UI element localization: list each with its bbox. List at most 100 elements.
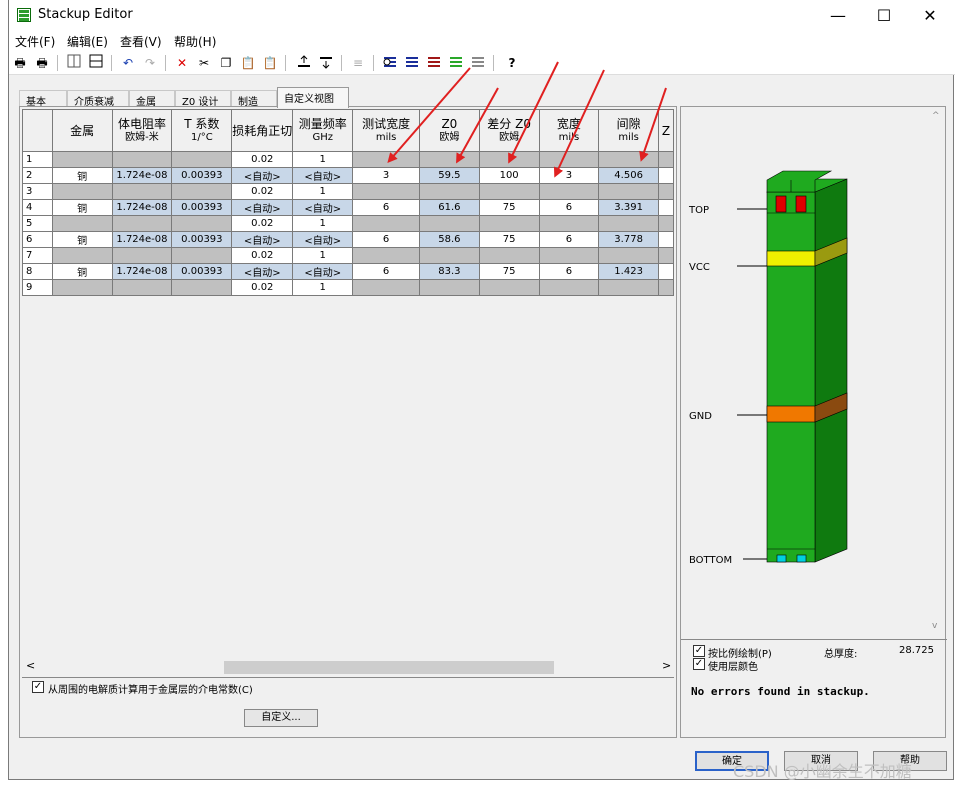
scroll-thumb[interactable] — [224, 661, 554, 674]
column-header[interactable]: Z0 欧姆 — [419, 109, 480, 152]
cell-loss[interactable]: <自动> — [231, 263, 294, 280]
menu-help[interactable]: 帮助(H) — [174, 33, 216, 50]
cell-z[interactable] — [657, 279, 674, 296]
cell-res[interactable]: 1.724e-08 — [111, 199, 173, 216]
layer-type-5-icon[interactable] — [469, 54, 487, 72]
cell-loss[interactable]: 0.02 — [231, 247, 294, 264]
cell-freq[interactable]: <自动> — [292, 263, 354, 280]
table-row[interactable]: 8 铜 1.724e-08 0.00393 <自动> <自动> 6 83.3 75 6 1.423 — [22, 263, 674, 280]
cell-tc[interactable]: 0.00393 — [171, 263, 233, 280]
column-header[interactable]: T 系数 1/°C — [171, 109, 233, 152]
cell-w[interactable] — [538, 247, 600, 264]
table-row[interactable]: 3 0.02 1 — [22, 183, 674, 200]
cell-tc[interactable] — [171, 215, 233, 232]
column-header[interactable]: 宽度 mils — [538, 109, 600, 152]
cell-z0[interactable] — [419, 247, 480, 264]
horizontal-scrollbar[interactable]: < > — [22, 659, 674, 675]
cell-z0[interactable] — [419, 215, 480, 232]
help-icon[interactable]: ? — [503, 54, 521, 72]
cell-dz0[interactable] — [478, 279, 540, 296]
cell-gap[interactable]: 4.506 — [598, 167, 659, 184]
cell-loss[interactable]: 0.02 — [231, 183, 294, 200]
scroll-left-button[interactable]: < — [26, 659, 35, 672]
tab-metal[interactable]: 金属 — [129, 90, 175, 108]
cell-dz0[interactable] — [478, 247, 540, 264]
cell-metal[interactable] — [51, 151, 113, 168]
cell-w[interactable]: 6 — [538, 231, 600, 248]
cell-tc[interactable] — [171, 247, 233, 264]
cell-tw[interactable] — [352, 247, 421, 264]
scroll-right-button[interactable]: > — [662, 659, 671, 672]
cell-z0[interactable]: 83.3 — [419, 263, 480, 280]
cell-metal[interactable]: 铜 — [51, 263, 113, 280]
split-horizontal-icon[interactable] — [87, 54, 105, 72]
row-number[interactable]: 9 — [22, 279, 53, 296]
table-row[interactable]: 6 铜 1.724e-08 0.00393 <自动> <自动> 6 58.6 75 6 3.778 — [22, 231, 674, 248]
column-header[interactable]: 测试宽度 mils — [352, 109, 421, 152]
cell-z[interactable] — [657, 151, 674, 168]
scroll-up-button[interactable]: ^ — [932, 111, 940, 121]
use-layer-colors-checkbox[interactable]: ✓ — [693, 658, 705, 670]
row-number[interactable]: 4 — [22, 199, 53, 216]
cell-tw[interactable]: 3 — [352, 167, 421, 184]
cell-freq[interactable]: <自动> — [292, 167, 354, 184]
tab-manufacture[interactable]: 制造 — [231, 90, 277, 108]
cell-metal[interactable] — [51, 279, 113, 296]
undo-icon[interactable]: ↶ — [119, 54, 137, 72]
column-header[interactable]: 间隙 mils — [598, 109, 659, 152]
layer-type-1-icon[interactable] — [381, 54, 399, 72]
clipboard-icon[interactable]: 📋 — [261, 54, 279, 72]
row-number[interactable]: 1 — [22, 151, 53, 168]
table-row[interactable]: 2 铜 1.724e-08 0.00393 <自动> <自动> 3 59.5 100 3 4.506 — [22, 167, 674, 184]
cell-tw[interactable]: 6 — [352, 231, 421, 248]
cell-z0[interactable]: 58.6 — [419, 231, 480, 248]
cell-w[interactable]: 6 — [538, 263, 600, 280]
copy-icon[interactable]: ❐ — [217, 54, 235, 72]
cell-gap[interactable] — [598, 247, 659, 264]
scale-draw-checkbox[interactable]: ✓ — [693, 645, 705, 657]
cell-w[interactable]: 6 — [538, 199, 600, 216]
cell-dz0[interactable] — [478, 215, 540, 232]
insert-above-icon[interactable] — [295, 54, 313, 72]
table-row[interactable]: 1 0.02 1 — [22, 151, 674, 168]
cell-tc[interactable] — [171, 151, 233, 168]
cell-z0[interactable] — [419, 151, 480, 168]
cell-loss[interactable]: <自动> — [231, 199, 294, 216]
cell-tw[interactable] — [352, 279, 421, 296]
minimize-button[interactable]: — — [815, 0, 861, 31]
cell-dz0[interactable] — [478, 151, 540, 168]
compute-dielectric-checkbox[interactable]: ✓ — [32, 681, 44, 693]
column-header[interactable]: 体电阻率 欧姆-米 — [111, 109, 173, 152]
table-row[interactable]: 9 0.02 1 — [22, 279, 674, 296]
column-header[interactable]: Z — [657, 109, 674, 152]
cell-tc[interactable]: 0.00393 — [171, 167, 233, 184]
cell-w[interactable] — [538, 215, 600, 232]
cell-tw[interactable]: 6 — [352, 263, 421, 280]
cell-dz0[interactable]: 75 — [478, 231, 540, 248]
custom-button[interactable]: 自定义... — [244, 709, 318, 727]
cell-gap[interactable] — [598, 279, 659, 296]
insert-below-icon[interactable] — [317, 54, 335, 72]
cell-metal[interactable]: 铜 — [51, 231, 113, 248]
cell-res[interactable]: 1.724e-08 — [111, 263, 173, 280]
cell-res[interactable] — [111, 183, 173, 200]
column-header[interactable]: 差分 Z0 欧姆 — [478, 109, 540, 152]
tab-custom-view[interactable]: 自定义视图 — [277, 87, 349, 108]
cell-gap[interactable] — [598, 215, 659, 232]
cell-freq[interactable]: <自动> — [292, 199, 354, 216]
row-number[interactable]: 7 — [22, 247, 53, 264]
cell-res[interactable] — [111, 279, 173, 296]
cell-gap[interactable]: 1.423 — [598, 263, 659, 280]
cell-metal[interactable]: 铜 — [51, 167, 113, 184]
cell-gap[interactable]: 3.778 — [598, 231, 659, 248]
paste-icon[interactable]: 📋 — [239, 54, 257, 72]
cell-tc[interactable]: 0.00393 — [171, 199, 233, 216]
cell-z[interactable] — [657, 231, 674, 248]
maximize-button[interactable]: ☐ — [861, 0, 907, 31]
cell-res[interactable]: 1.724e-08 — [111, 231, 173, 248]
cell-gap[interactable] — [598, 183, 659, 200]
menu-view[interactable]: 查看(V) — [120, 33, 162, 50]
cell-loss[interactable]: 0.02 — [231, 151, 294, 168]
cell-tw[interactable] — [352, 215, 421, 232]
cell-freq[interactable]: 1 — [292, 151, 354, 168]
